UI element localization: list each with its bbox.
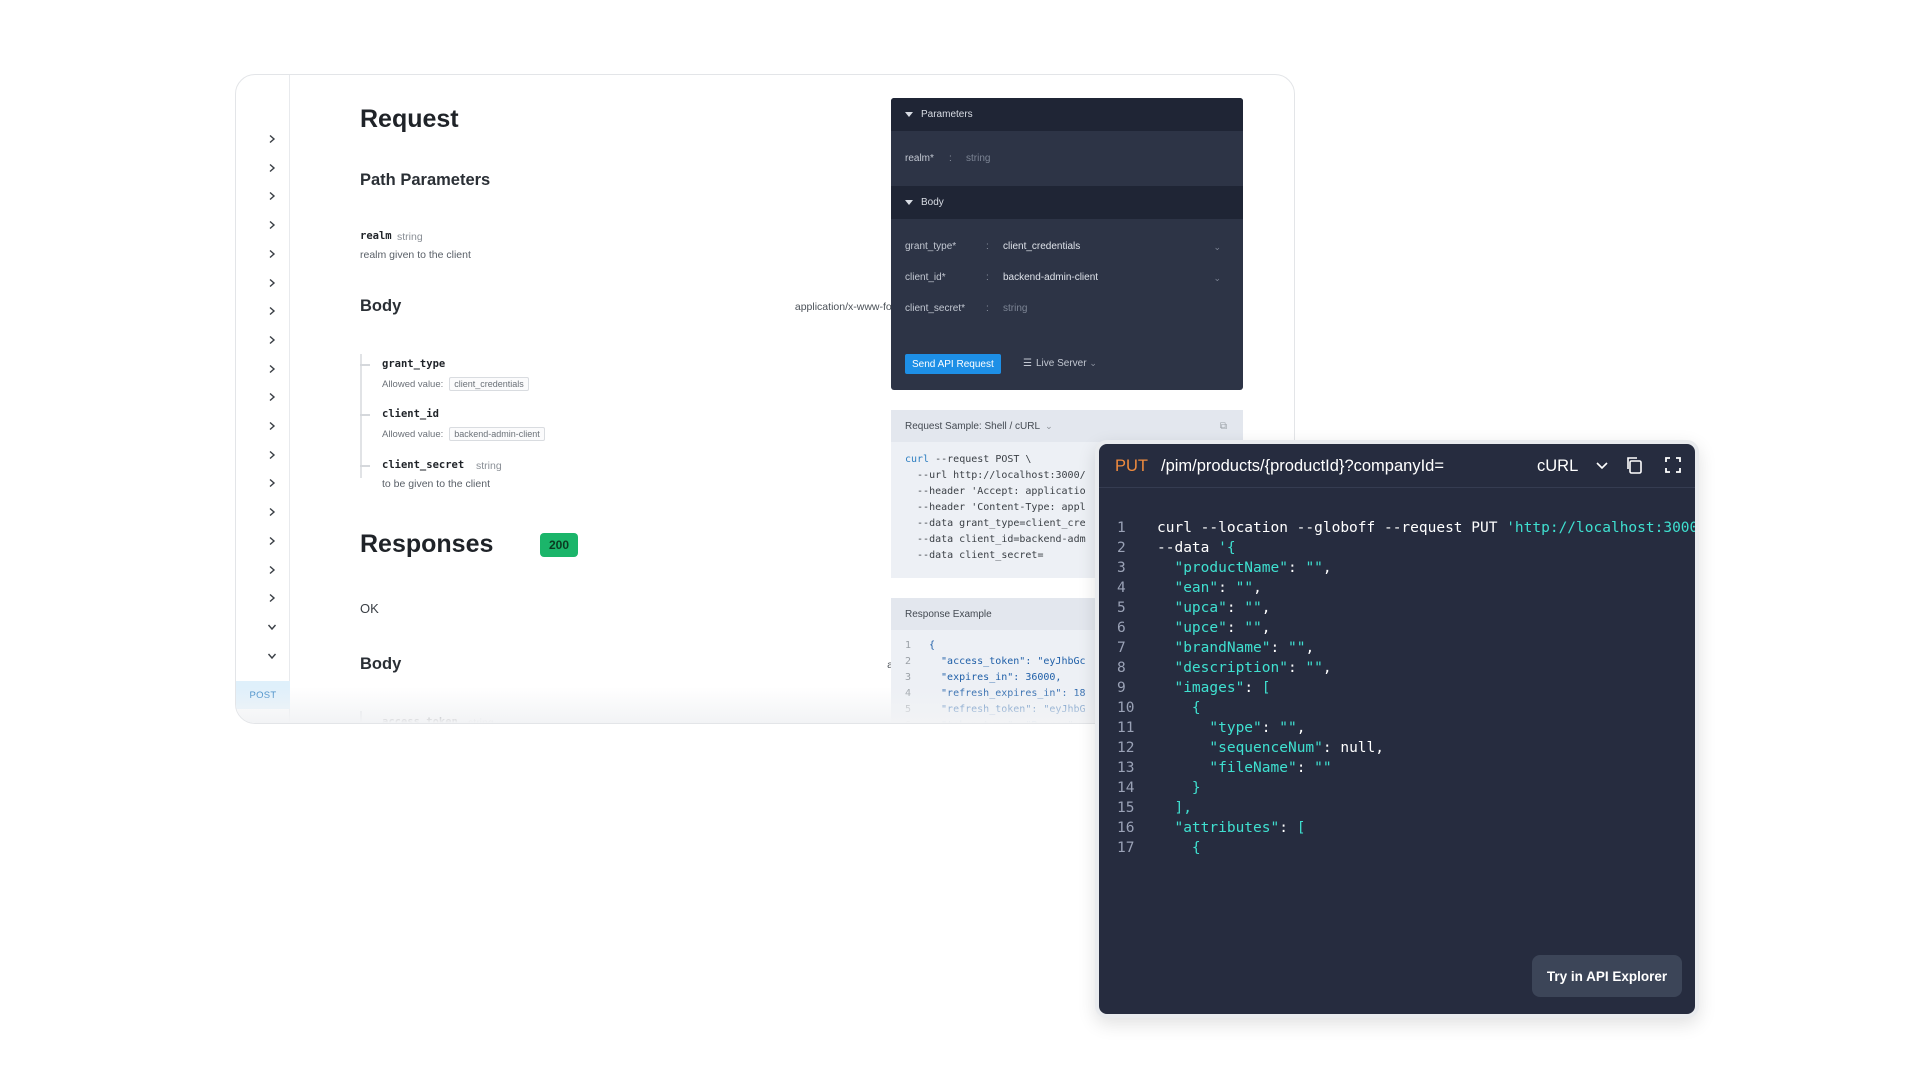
colon: : (986, 272, 989, 283)
grant-type-select[interactable]: client_credentials (1003, 241, 1080, 252)
chevron-right-icon[interactable] (267, 306, 277, 316)
chevron-down-icon: ⌄ (1089, 358, 1097, 368)
chevron-down-icon[interactable]: ⌄ (1213, 242, 1221, 253)
request-heading: Request (360, 105, 459, 133)
try-in-api-explorer-button[interactable]: Try in API Explorer (1532, 955, 1682, 997)
chevron-right-icon[interactable] (267, 191, 277, 201)
grant-type-label: grant_type* (905, 241, 957, 252)
request-body-heading: Body (360, 297, 402, 315)
body-tree-line (360, 354, 362, 478)
param-grant-type-name: grant_type (382, 358, 446, 370)
client-secret-label: client_secret* (905, 303, 966, 314)
chevron-right-icon[interactable] (267, 421, 277, 431)
send-api-request-button[interactable]: Send API Request (905, 354, 1001, 374)
client-id-select[interactable]: backend-admin-client (1003, 272, 1098, 283)
chevron-down-icon: ⌄ (1045, 420, 1053, 431)
param-realm-description: realm given to the client (360, 249, 471, 261)
allowed-value-chip: backend-admin-client (449, 427, 545, 441)
copy-icon[interactable] (1624, 455, 1644, 480)
chevron-down-icon[interactable]: ⌄ (1213, 273, 1221, 284)
chevron-down-icon[interactable] (267, 622, 277, 632)
colon: : (986, 241, 989, 252)
tree-tick (360, 364, 370, 366)
request-sample-title: Request Sample: Shell / cURL (905, 420, 1041, 432)
chevron-right-icon[interactable] (267, 478, 277, 488)
chevron-right-icon[interactable] (267, 565, 277, 575)
line-number: 17 (1117, 840, 1135, 856)
param-realm-type: string (397, 231, 423, 243)
code-text: { (1157, 840, 1201, 856)
caret-down-icon (905, 200, 913, 205)
chevron-right-icon[interactable] (267, 249, 277, 259)
parameters-section-toggle[interactable]: Parameters (891, 98, 1243, 131)
parameters-section-label: Parameters (921, 109, 973, 120)
chevron-right-icon[interactable] (267, 536, 277, 546)
request-docs: Request Path Parameters realm string req… (360, 75, 980, 723)
try-it-panel: Parameters realm* : string Body grant_ty… (891, 98, 1243, 390)
client-id-label: client_id* (905, 272, 946, 283)
chevron-right-icon[interactable] (267, 364, 277, 374)
chevron-right-icon[interactable] (267, 278, 277, 288)
responses-heading: Responses (360, 530, 494, 558)
client-secret-input[interactable]: string (1003, 303, 1027, 314)
tree-tick (360, 414, 370, 416)
chevron-right-icon[interactable] (267, 134, 277, 144)
param-client-secret-description: to be given to the client (382, 478, 490, 490)
param-client-id-allowed: Allowed value: backend-admin-client (382, 427, 545, 441)
server-label: Live Server (1035, 358, 1087, 369)
chevron-down-icon[interactable] (267, 651, 277, 661)
fullscreen-icon[interactable] (1663, 455, 1683, 480)
body-section-label: Body (921, 197, 944, 208)
chevron-right-icon[interactable] (267, 220, 277, 230)
snippet-header: PUT /pim/products/{productId}?companyId=… (1099, 444, 1695, 488)
chevron-right-icon[interactable] (267, 507, 277, 517)
status-badge[interactable]: 200 (540, 533, 578, 557)
param-grant-type-allowed: Allowed value: client_credentials (382, 377, 529, 391)
request-sample-header[interactable]: Request Sample: Shell / cURL ⌄ ⧉ (891, 410, 1243, 442)
response-body-heading: Body (360, 655, 402, 673)
chevron-right-icon[interactable] (267, 450, 277, 460)
chevron-right-icon[interactable] (267, 392, 277, 402)
colon: : (949, 153, 952, 164)
allowed-value-chip: client_credentials (449, 377, 529, 391)
realm-label: realm* (905, 153, 934, 164)
chevron-right-icon[interactable] (267, 163, 277, 173)
caret-down-icon (905, 112, 913, 117)
colon: : (986, 303, 989, 314)
body-section-toggle[interactable]: Body (891, 186, 1243, 219)
param-realm-name: realm (360, 230, 392, 242)
realm-input[interactable]: string (966, 153, 990, 164)
tree-tick (360, 465, 370, 467)
param-client-secret-name: client_secret (382, 459, 465, 471)
code-text: curl --location --globoff --request PUT … (1157, 520, 1699, 536)
path-parameters-heading: Path Parameters (360, 171, 491, 189)
server-icon: ☰ (1023, 358, 1032, 369)
endpoint-path: /pim/products/{productId}?companyId= (1161, 457, 1444, 475)
language-select[interactable]: cURL (1537, 457, 1578, 476)
param-client-secret-type: string (476, 460, 502, 472)
chevron-right-icon[interactable] (267, 593, 277, 603)
server-select[interactable]: ☰ Live Server ⌄ (1023, 358, 1097, 369)
endpoint-sidebar: POST (236, 75, 290, 723)
code-snippet-window: PUT /pim/products/{productId}?companyId=… (1095, 440, 1699, 1018)
copy-icon[interactable]: ⧉ (1220, 421, 1227, 432)
status-text: OK (360, 601, 379, 616)
param-client-id-name: client_id (382, 408, 439, 420)
chevron-right-icon[interactable] (267, 335, 277, 345)
http-method: PUT (1115, 457, 1148, 475)
chevron-down-icon[interactable] (1595, 458, 1609, 477)
